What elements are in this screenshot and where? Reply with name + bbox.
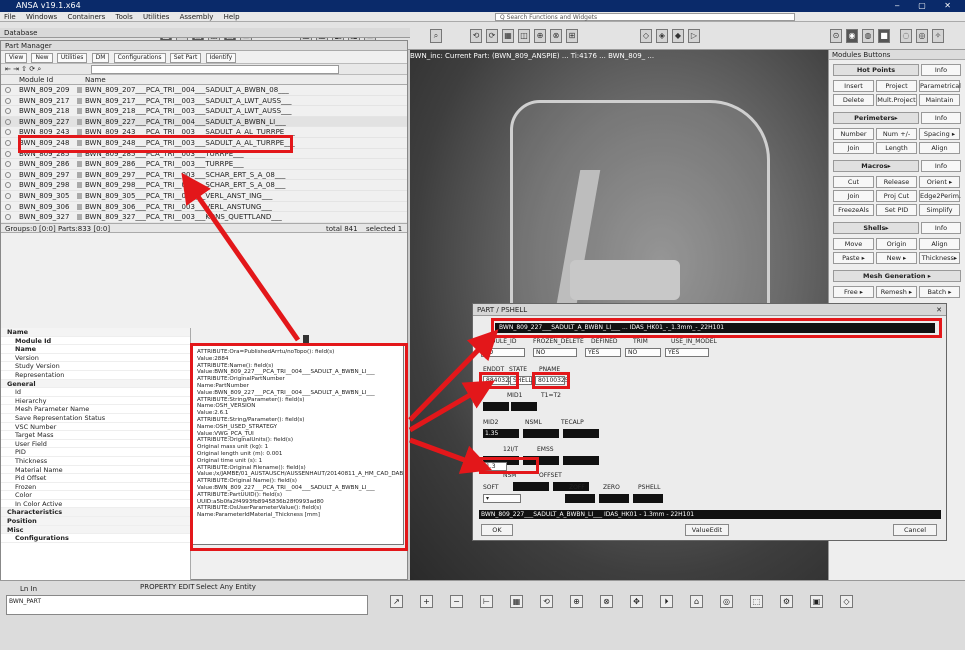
- arrow-to-thickness: [409, 437, 493, 474]
- arrow-to-row: [181, 172, 301, 342]
- annotation-arrows: [181, 172, 499, 474]
